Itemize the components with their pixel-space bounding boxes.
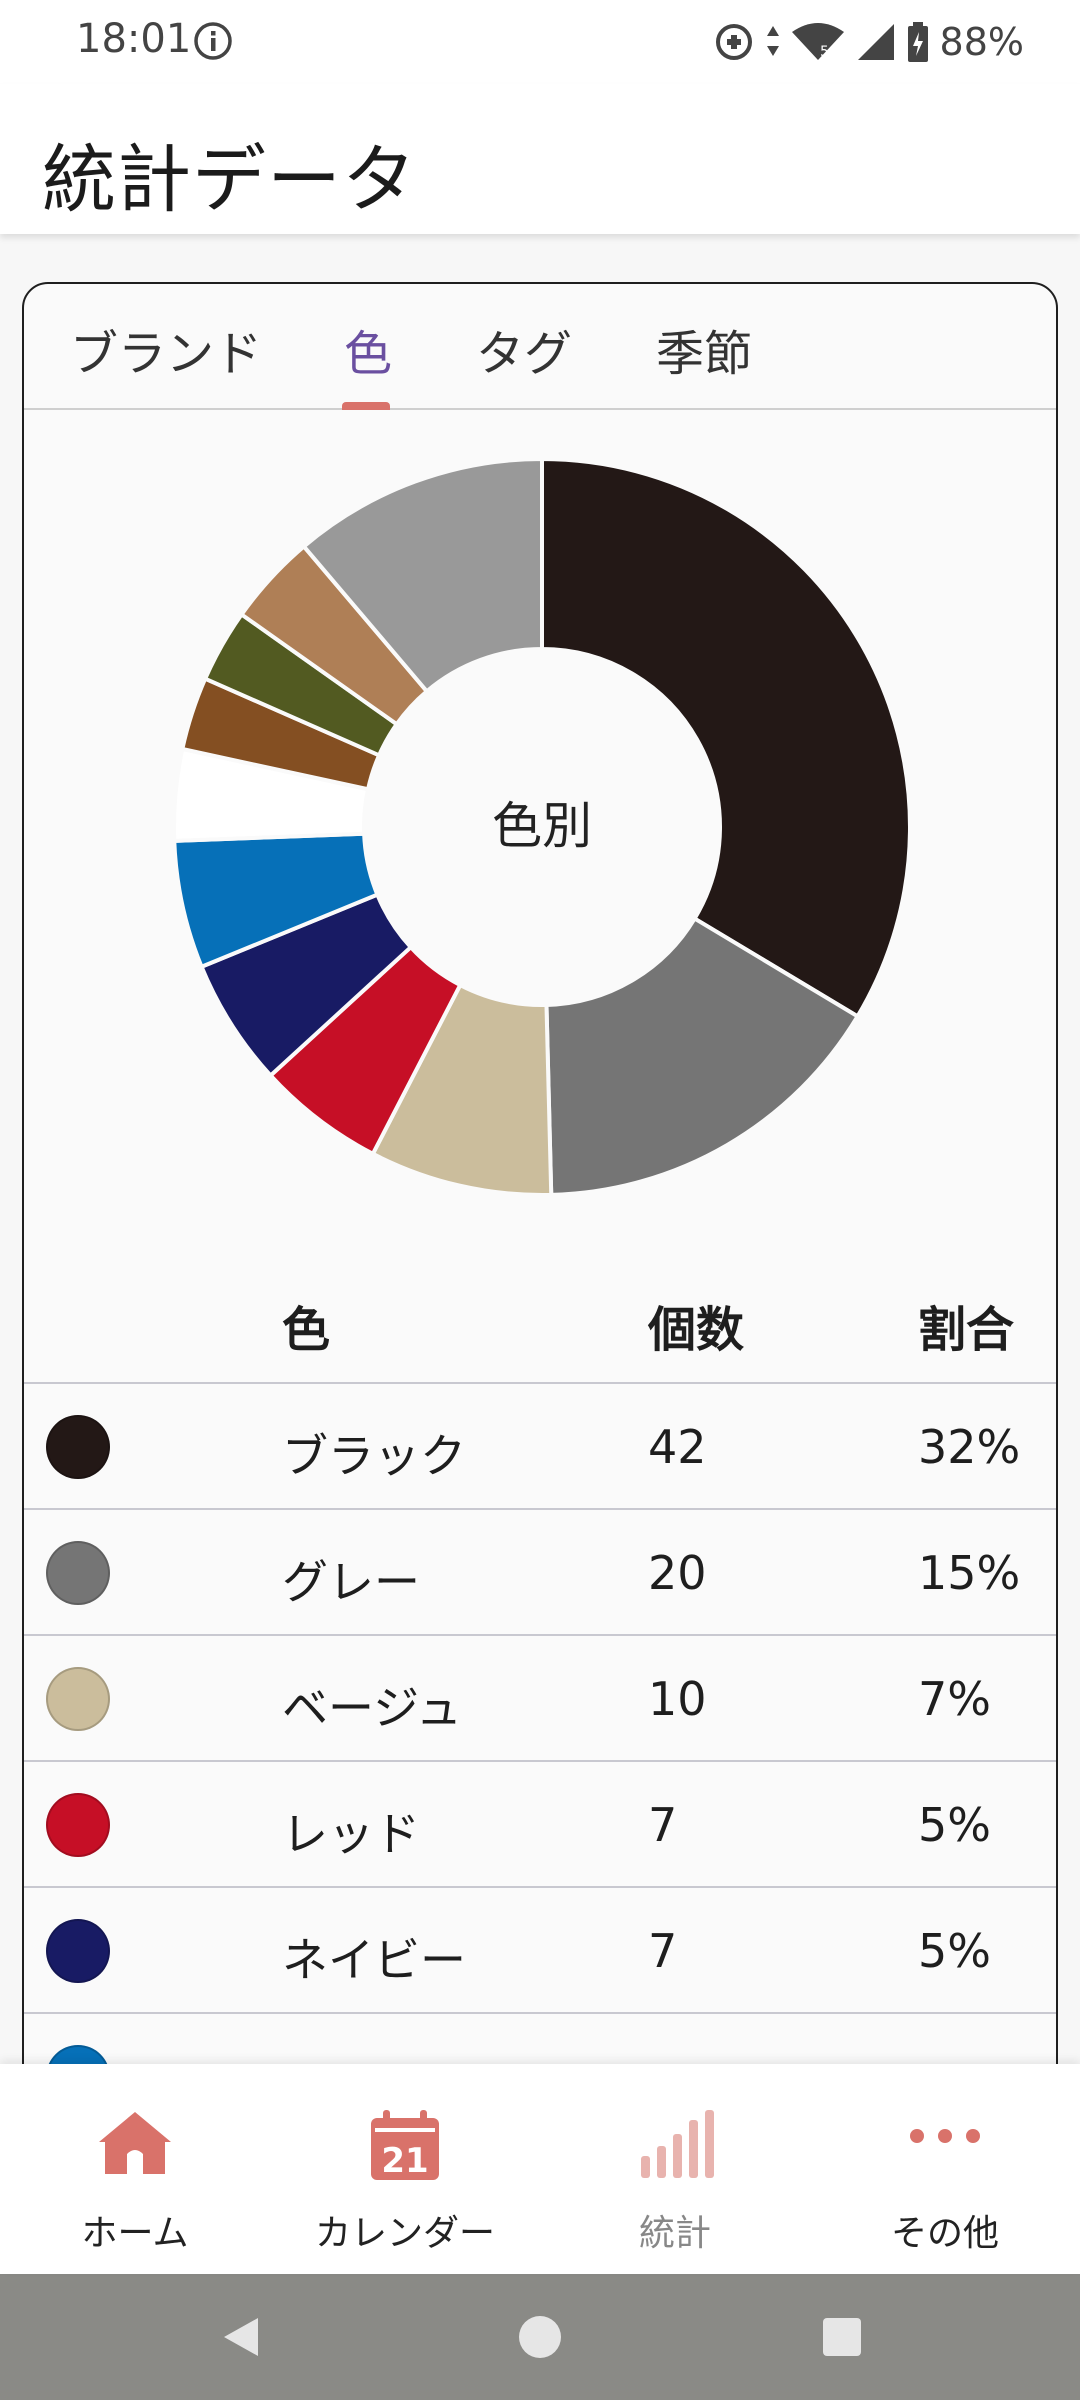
signal-icon [857, 24, 894, 60]
recents-icon[interactable] [820, 2312, 864, 2362]
status-icons: 5 88% [712, 14, 1024, 70]
row-count: 10 [648, 1672, 707, 1726]
row-color-name: ブラック [282, 1429, 466, 1483]
color-table: 色 個数 割合 ブラック 42 32% グレー 20 15% ベージュ 10 7% レッド 7 5% ネ… [24, 1244, 1056, 2064]
wifi-icon: 5 [791, 23, 844, 60]
nav-more-label: その他 [890, 2213, 999, 2254]
row-color-name: グレー [282, 1555, 420, 1609]
color-swatch [46, 1415, 110, 1479]
tab-indicator [342, 402, 390, 410]
nav-calendar[interactable]: 21 カレンダー [270, 2064, 540, 2274]
stats-icon [641, 2110, 714, 2178]
page-title: 統計データ [42, 137, 417, 223]
app-root: 18:01 5 88% 統計データ ブランド 色 タグ 季節 色別 色 個数 割… [0, 0, 1080, 2400]
row-count: 20 [648, 1546, 707, 1600]
more-icon [910, 2129, 980, 2143]
row-count: 7 [648, 1924, 678, 1978]
system-nav-bar [0, 2274, 1080, 2400]
tab-bar: ブランド 色 タグ 季節 [24, 284, 1056, 410]
donut-chart [172, 456, 912, 1197]
color-swatch [46, 2045, 110, 2064]
nav-stats-label: 統計 [638, 2213, 711, 2254]
calendar-day: 21 [381, 2141, 428, 2181]
color-swatch [46, 1667, 110, 1731]
nav-calendar-label: カレンダー [314, 2213, 495, 2254]
row-ratio: 7% [918, 1672, 991, 1726]
row-ratio: 5% [918, 1798, 991, 1852]
table-row: ネイビー 7 5% [24, 1888, 1056, 2014]
nav-stats[interactable]: 統計 [540, 2064, 810, 2274]
color-swatch [46, 1919, 110, 1983]
table-row: レッド 7 5% [24, 1762, 1056, 1888]
table-header: 色 個数 割合 [24, 1244, 1056, 1384]
header-color: 色 [282, 1302, 331, 1358]
back-icon[interactable] [216, 2312, 266, 2362]
header-ratio: 割合 [918, 1302, 1015, 1358]
table-row: ブラック 42 32% [24, 1384, 1056, 1510]
battery-icon [907, 22, 928, 62]
row-ratio: 15% [918, 1546, 1021, 1600]
table-body: ブラック 42 32% グレー 20 15% ベージュ 10 7% レッド 7 5% ネイビー 7 5% [24, 1384, 1056, 2064]
table-row: ベージュ 10 7% [24, 1636, 1056, 1762]
row-count: 7 [648, 1798, 678, 1852]
data-arrows-icon [766, 26, 779, 56]
content-area[interactable]: ブランド 色 タグ 季節 色別 色 個数 割合 ブラック 42 32% グレー 20 15… [0, 234, 1080, 2064]
header-count: 個数 [648, 1302, 745, 1358]
status-time: 18:01 [76, 16, 192, 62]
status-bar: 18:01 5 88% [0, 0, 1080, 84]
tab-tag[interactable]: タグ [476, 314, 572, 384]
table-row: グレー 20 15% [24, 1510, 1056, 1636]
bottom-nav: ホーム 21 カレンダー 統計 その他 [0, 2064, 1080, 2274]
nav-home-label: ホーム [81, 2213, 189, 2254]
color-swatch [46, 1793, 110, 1857]
home-button-icon[interactable] [517, 2312, 563, 2362]
table-row [24, 2014, 1056, 2064]
nav-home[interactable]: ホーム [0, 2064, 270, 2274]
nav-more[interactable]: その他 [810, 2064, 1080, 2274]
tab-brand[interactable]: ブランド [70, 314, 262, 384]
row-color-name: ネイビー [282, 1933, 466, 1987]
info-icon [194, 22, 232, 60]
tab-season[interactable]: 季節 [656, 314, 752, 384]
svg-text:5: 5 [820, 44, 829, 60]
row-count: 42 [648, 1420, 707, 1474]
rotation-lock-icon [715, 24, 752, 60]
donut-slice-0[interactable] [540, 456, 912, 1020]
color-swatch [46, 1541, 110, 1605]
row-color-name: ベージュ [282, 1681, 462, 1735]
battery-percent: 88% [939, 20, 1024, 64]
row-color-name: レッド [282, 1807, 420, 1861]
calendar-icon: 21 [371, 2110, 439, 2181]
home-icon [99, 2112, 171, 2174]
row-ratio: 5% [918, 1924, 991, 1978]
row-ratio: 32% [918, 1420, 1021, 1474]
color-chart: 色別 [24, 412, 1056, 1232]
app-bar: 統計データ [0, 84, 1080, 234]
tab-color[interactable]: 色 [344, 314, 392, 384]
stats-card: ブランド 色 タグ 季節 色別 色 個数 割合 ブラック 42 32% グレー 20 15… [22, 282, 1058, 2064]
